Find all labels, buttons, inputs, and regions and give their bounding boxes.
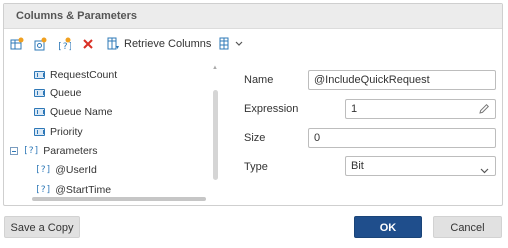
tree-item-label: Queue xyxy=(50,87,82,99)
delete-icon xyxy=(82,38,94,50)
scrollbar-thumb[interactable] xyxy=(213,90,218,180)
edit-pencil-icon[interactable] xyxy=(478,103,490,121)
grid-dropdown-icon xyxy=(219,37,232,51)
parameter-icon: [?] xyxy=(23,146,40,156)
tree-item-label: Queue Name xyxy=(50,106,113,118)
column-icon xyxy=(34,128,45,136)
tree-vertical-scrollbar[interactable]: ▲ xyxy=(211,64,219,204)
tree-group-parameters[interactable]: [?] Parameters xyxy=(10,142,98,160)
expression-field-value: 1 xyxy=(351,103,358,115)
add-column-button[interactable] xyxy=(10,36,24,52)
size-field[interactable]: 0 xyxy=(308,128,496,148)
add-calculated-column-icon xyxy=(33,37,47,51)
columns-parameters-panel: Columns & Parameters [? Retrieve Columns… xyxy=(3,3,503,206)
expression-label: Expression xyxy=(244,103,299,115)
tree-item-parameter[interactable]: [?] @UserId xyxy=(35,161,97,179)
chevron-down-icon xyxy=(235,41,243,47)
column-icon xyxy=(34,89,45,97)
tree-item-label: RequestCount xyxy=(50,69,118,81)
svg-text:[?]: [?] xyxy=(57,42,71,51)
tree-item-label: @UserId xyxy=(55,164,97,176)
add-calculated-column-button[interactable] xyxy=(33,36,47,52)
retrieve-columns-icon xyxy=(107,37,120,51)
name-field-value: @IncludeQuickRequest xyxy=(314,74,430,86)
chevron-down-icon xyxy=(480,162,489,180)
scroll-up-icon[interactable]: ▲ xyxy=(212,65,218,71)
save-a-copy-button[interactable]: Save a Copy xyxy=(4,216,80,238)
columns-tree: RequestCount Queue Queue Name Priority [… xyxy=(4,60,218,202)
grid-dropdown-button[interactable] xyxy=(219,36,243,52)
tree-item-column[interactable]: Queue Name xyxy=(34,103,112,121)
tree-item-column[interactable]: Priority xyxy=(34,123,83,141)
ok-button[interactable]: OK xyxy=(354,216,422,238)
toolbar: [?] Retrieve Colu xyxy=(4,29,502,59)
type-select-value: Bit xyxy=(351,160,364,172)
add-parameter-button[interactable]: [?] xyxy=(57,36,71,52)
tree-item-label: @StartTime xyxy=(55,184,112,196)
cancel-button[interactable]: Cancel xyxy=(433,216,502,238)
size-label: Size xyxy=(244,132,266,144)
name-field[interactable]: @IncludeQuickRequest xyxy=(308,70,496,90)
tree-item-column[interactable]: Queue xyxy=(34,84,82,102)
type-label: Type xyxy=(244,161,268,173)
add-column-icon xyxy=(10,37,24,51)
tree-horizontal-scrollbar[interactable] xyxy=(32,197,206,201)
retrieve-columns-label: Retrieve Columns xyxy=(124,38,212,50)
retrieve-columns-button[interactable]: Retrieve Columns xyxy=(107,36,211,52)
collapse-toggle-icon[interactable] xyxy=(10,147,18,155)
expression-field[interactable]: 1 xyxy=(345,99,496,119)
panel-title: Columns & Parameters xyxy=(4,4,502,29)
tree-item-column[interactable]: RequestCount xyxy=(34,66,117,84)
tree-item-label: Priority xyxy=(50,126,83,138)
parameter-icon: [?] xyxy=(35,185,52,195)
add-parameter-icon: [?] xyxy=(57,37,71,51)
column-icon xyxy=(34,108,45,116)
size-field-value: 0 xyxy=(314,132,321,144)
type-select[interactable]: Bit xyxy=(345,156,496,176)
delete-button[interactable] xyxy=(82,36,94,52)
name-label: Name xyxy=(244,74,274,86)
column-icon xyxy=(34,71,45,79)
tree-group-label: Parameters xyxy=(43,145,98,157)
parameter-icon: [?] xyxy=(35,165,52,175)
